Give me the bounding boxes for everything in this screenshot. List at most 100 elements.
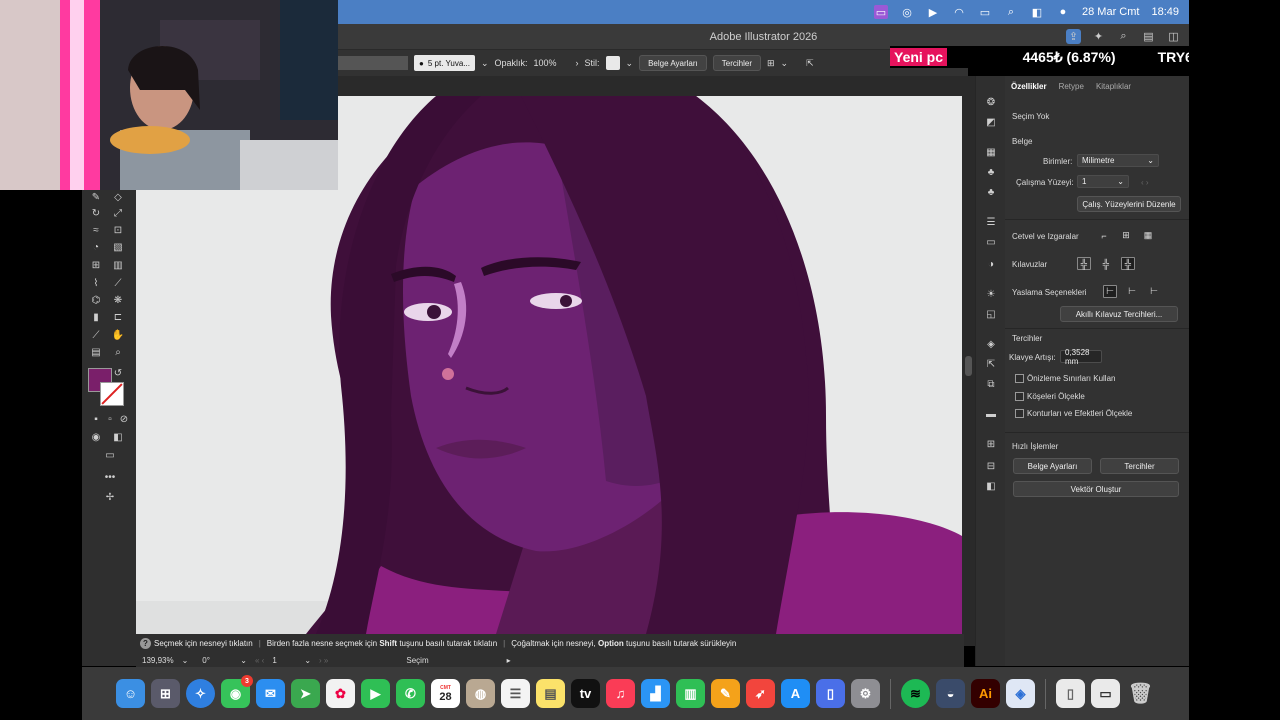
transparency-grid-icon[interactable]: ▦ (1141, 229, 1155, 242)
style-swatch[interactable] (605, 56, 620, 70)
stroke-icon[interactable]: ☰ (984, 216, 998, 228)
ruler-icon[interactable]: ⌐ (1097, 229, 1111, 242)
more-tools-icon[interactable]: ••• (102, 470, 118, 484)
mesh-icon[interactable]: ⊞ (88, 258, 104, 272)
pages-icon[interactable]: ✎ (711, 679, 740, 708)
downloads-stack-icon[interactable]: ▭ (1091, 679, 1120, 708)
properties-icon[interactable]: ◩ (984, 116, 998, 128)
preview-bounds-checkbox[interactable] (1015, 374, 1024, 383)
align-icon[interactable]: ⊞ (984, 438, 998, 450)
app-store-icon[interactable]: A (781, 679, 810, 708)
artboard-select[interactable]: 1 ⌄ (1077, 175, 1129, 188)
stroke-swatch[interactable] (100, 382, 124, 406)
export-icon[interactable]: ⇱ (806, 58, 814, 69)
eyedropper-icon[interactable]: ⌇ (88, 276, 104, 290)
tab-properties[interactable]: Özellikler (1011, 82, 1047, 91)
transparency-icon[interactable]: ◑ (984, 258, 998, 270)
chevron-down-icon[interactable]: ⌄ (182, 656, 189, 665)
stroke-profile-select[interactable]: ● 5 pt. Yuva... (414, 55, 475, 71)
snap-to-pixel-icon[interactable]: ⊢ (1147, 285, 1161, 298)
rocket-app-icon[interactable]: ➶ (746, 679, 775, 708)
measure-icon[interactable]: ⟋ (110, 276, 126, 290)
units-select[interactable]: Milimetre ⌄ (1077, 154, 1159, 167)
rotate-icon[interactable]: ↻ (88, 206, 104, 220)
menubar-date[interactable]: 28 Mar Cmt (1082, 6, 1139, 18)
notes-icon[interactable]: ▤ (536, 679, 565, 708)
reminders-icon[interactable]: ☰ (501, 679, 530, 708)
comments-icon[interactable]: ▬ (984, 408, 998, 420)
slice-icon[interactable]: ⟋ (88, 328, 104, 342)
preferences-button[interactable]: Tercihler (712, 55, 761, 71)
print-tiling-icon[interactable]: ▤ (88, 345, 104, 359)
iphone-mirroring-icon[interactable]: ▯ (816, 679, 845, 708)
screen-mode-icon[interactable]: ◧ (110, 430, 126, 444)
trash-icon[interactable]: 🗑 (1126, 679, 1155, 708)
lock-guides-icon[interactable]: ╬ (1099, 257, 1113, 270)
search-icon[interactable]: ⌕ (1116, 29, 1131, 44)
qa-doc-settings-button[interactable]: Belge Ayarları (1013, 458, 1092, 474)
scale-strokes-checkbox[interactable] (1015, 409, 1024, 418)
chevron-down-icon[interactable]: ⌄ (626, 58, 634, 69)
pencil-icon[interactable]: ✎ (88, 190, 104, 204)
tool-menu-icon[interactable]: ▸ (507, 656, 511, 665)
layers-icon[interactable]: ◈ (984, 338, 998, 350)
gradient-icon[interactable]: ▭ (984, 236, 998, 248)
eraser-icon[interactable]: ◇ (110, 190, 126, 204)
phone-icon[interactable]: ✆ (396, 679, 425, 708)
mail-icon[interactable]: ✉ (256, 679, 285, 708)
cleanmymac-icon[interactable]: ◒ (936, 679, 965, 708)
transform-icon[interactable]: ◧ (984, 480, 998, 492)
keynote-icon[interactable]: ▟ (641, 679, 670, 708)
graphic-styles-icon[interactable]: ◱ (984, 308, 998, 320)
blend-icon[interactable]: ⌬ (88, 293, 104, 307)
documents-stack-icon[interactable]: ▯ (1056, 679, 1085, 708)
menubar-time[interactable]: 18:49 (1151, 6, 1179, 18)
change-screen-icon[interactable]: ▭ (102, 448, 118, 462)
share-icon[interactable]: ⇪ (1066, 29, 1081, 44)
finder-icon[interactable]: ☺ (116, 679, 145, 708)
rotation-field[interactable]: 0° (202, 656, 232, 665)
swatches-icon[interactable]: ▦ (984, 146, 998, 158)
contacts-icon[interactable]: ◍ (466, 679, 495, 708)
help-icon[interactable]: ? (140, 638, 151, 649)
doc-settings-button[interactable]: Belge Ayarları (639, 55, 707, 71)
tab-retype[interactable]: Retype (1059, 82, 1084, 91)
gradient-icon[interactable]: ▥ (110, 258, 126, 272)
calendar-icon[interactable]: CMT 28 (431, 679, 460, 708)
show-guides-icon[interactable]: ╬ (1077, 257, 1091, 270)
edit-toolbar-icon[interactable]: ✢ (102, 490, 118, 504)
edit-artboards-button[interactable]: Çalış. Yüzeylerini Düzenle (1077, 196, 1181, 212)
vectorize-app-icon[interactable]: ◈ (1006, 679, 1035, 708)
none-swatch-icon[interactable]: ⊘ (116, 412, 132, 426)
photos-icon[interactable]: ✿ (326, 679, 355, 708)
scroll-thumb[interactable] (965, 356, 972, 376)
system-settings-icon[interactable]: ⚙ (851, 679, 880, 708)
apple-tv-icon[interactable]: tv (571, 679, 600, 708)
launchpad-icon[interactable]: ⊞ (151, 679, 180, 708)
wifi-icon[interactable]: ◠ (952, 5, 966, 19)
brushes-icon[interactable]: ♣ (984, 166, 998, 178)
tab-libraries[interactable]: Kitaplıklar (1096, 82, 1131, 91)
zoom-icon[interactable]: ⌕ (110, 345, 126, 359)
pathfinder-icon[interactable]: ⊟ (984, 460, 998, 472)
qa-preferences-button[interactable]: Tercihler (1100, 458, 1179, 474)
numbers-icon[interactable]: ▥ (676, 679, 705, 708)
messages-icon[interactable]: ◉ 3 (221, 675, 253, 708)
appearance-icon[interactable]: ☀ (984, 288, 998, 300)
warp-icon[interactable]: ≈ (88, 223, 104, 237)
snap-to-point-icon[interactable]: ⊢ (1103, 285, 1117, 298)
nav-prev-icon[interactable]: « ‹ (255, 656, 264, 665)
create-vector-button[interactable]: Vektör Oluştur (1013, 481, 1179, 497)
snap-to-grid-icon[interactable]: ⊢ (1125, 285, 1139, 298)
symbol-sprayer-icon[interactable]: ❋ (110, 293, 126, 307)
stage-manager-icon[interactable]: ▭ (874, 5, 888, 19)
graph-icon[interactable]: ▮ (88, 310, 104, 324)
illustrator-icon[interactable]: Ai (971, 679, 1000, 708)
chevron-down-icon[interactable]: ⌄ (304, 656, 311, 665)
siri-icon[interactable]: ● (1056, 5, 1070, 19)
artboard-icon[interactable]: ⊏ (110, 310, 126, 324)
symbols-icon[interactable]: ♣ (984, 186, 998, 198)
hand-icon[interactable]: ✋ (110, 328, 126, 342)
facetime-icon[interactable]: ▶ (361, 679, 390, 708)
chevron-down-icon[interactable]: ⌄ (781, 58, 789, 69)
